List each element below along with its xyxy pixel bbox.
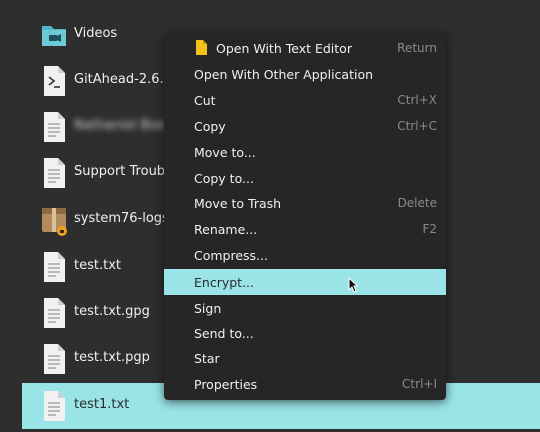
- file-name: Support Troub: [74, 164, 166, 179]
- menu-item-label: Copy to...: [194, 171, 254, 186]
- file-name: test.txt: [74, 258, 121, 273]
- menu-item-label: Send to...: [194, 326, 254, 341]
- text-file-icon: [44, 112, 65, 142]
- menu-item-shortcut: Ctrl+X: [397, 93, 437, 107]
- menu-item-label: Copy: [194, 119, 226, 134]
- file-name: test1.txt: [74, 397, 130, 412]
- menu-item-shortcut: Delete: [397, 196, 437, 210]
- menu-item-shortcut: Ctrl+C: [397, 119, 437, 133]
- menu-item-shortcut: Return: [397, 41, 437, 55]
- menu-item-label: Cut: [194, 93, 216, 108]
- menu-item-label: Move to Trash: [194, 196, 282, 211]
- menu-item-shortcut: F2: [422, 222, 437, 236]
- archive-locked-icon: [42, 208, 67, 236]
- folder-video-icon: [42, 26, 66, 46]
- menu-item-label: Sign: [194, 301, 222, 316]
- text-file-icon: [44, 298, 65, 328]
- menu-item-send-to[interactable]: Send to...: [164, 320, 446, 346]
- menu-item-copy-to[interactable]: Copy to...: [164, 165, 446, 191]
- menu-item-rename[interactable]: Rename... F2: [164, 216, 446, 242]
- menu-item-label: Encrypt...: [194, 275, 254, 290]
- menu-item-open-with-other-application[interactable]: Open With Other Application: [164, 61, 446, 87]
- menu-item-label: Move to...: [194, 145, 256, 160]
- menu-item-label: Open With Other Application: [194, 67, 374, 82]
- menu-item-label: Compress...: [194, 248, 268, 263]
- file-name: Videos: [74, 26, 118, 41]
- menu-item-cut[interactable]: Cut Ctrl+X: [164, 87, 446, 113]
- menu-item-compress[interactable]: Compress...: [164, 242, 446, 268]
- text-file-icon: [44, 252, 65, 282]
- menu-item-star[interactable]: Star: [164, 345, 446, 371]
- mouse-cursor-icon: [348, 277, 358, 293]
- menu-item-sign[interactable]: Sign: [164, 295, 446, 321]
- menu-item-properties[interactable]: Properties Ctrl+I: [164, 371, 446, 397]
- context-menu: Open With Text Editor Return Open With O…: [164, 33, 446, 400]
- file-name: test.txt.pgp: [74, 350, 150, 365]
- file-name: GitAhead-2.6.3.: [74, 72, 177, 87]
- file-name: system76-logs.: [74, 211, 173, 226]
- script-file-icon: [44, 66, 65, 96]
- menu-item-encrypt[interactable]: Encrypt...: [164, 269, 446, 295]
- menu-item-shortcut: Ctrl+I: [402, 377, 437, 391]
- menu-item-label: Star: [194, 351, 220, 366]
- text-file-icon: [44, 391, 65, 421]
- file-name: Nathaniel Bod: [74, 118, 166, 133]
- text-file-icon: [44, 158, 65, 188]
- menu-item-move-to-trash[interactable]: Move to Trash Delete: [164, 190, 446, 216]
- file-name: test.txt.gpg: [74, 304, 150, 319]
- menu-item-move-to[interactable]: Move to...: [164, 139, 446, 165]
- menu-item-label: Rename...: [194, 222, 258, 237]
- menu-item-open-with-text-editor[interactable]: Open With Text Editor Return: [164, 35, 446, 61]
- text-editor-icon: [196, 40, 207, 55]
- menu-item-label: Properties: [194, 377, 258, 392]
- menu-item-label: Open With Text Editor: [216, 41, 352, 56]
- menu-item-copy[interactable]: Copy Ctrl+C: [164, 113, 446, 139]
- text-file-icon: [44, 344, 65, 374]
